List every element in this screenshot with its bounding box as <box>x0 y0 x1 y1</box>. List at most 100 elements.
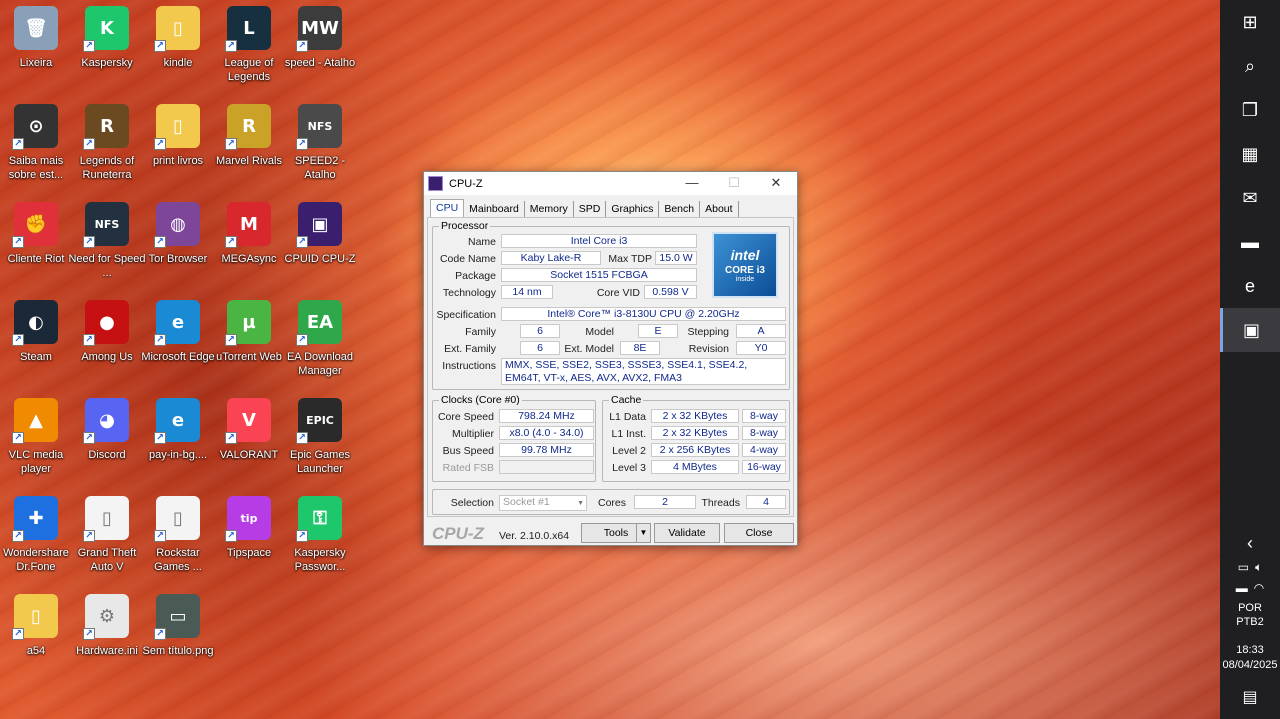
desktop-icon[interactable]: ✊ ↗ Cliente Riot <box>0 196 72 288</box>
desktop-app-icon: ✊ ↗ <box>12 202 58 248</box>
store-button[interactable]: ▦ <box>1220 132 1280 176</box>
shortcut-arrow-icon: ↗ <box>225 432 237 444</box>
desktop-app-icon: ▯ ↗ <box>154 496 200 542</box>
minimize-button[interactable]: — <box>671 172 713 195</box>
tab-bench[interactable]: Bench <box>659 201 701 217</box>
shortcut-arrow-icon: ↗ <box>296 530 308 542</box>
maximize-button[interactable]: ☐ <box>713 172 755 195</box>
desktop-icon[interactable]: L ↗ League of Legends <box>213 0 285 92</box>
shortcut-arrow-icon: ↗ <box>154 334 166 346</box>
tab-cpu[interactable]: CPU <box>430 199 465 217</box>
start-button[interactable]: ⊞ <box>1220 0 1280 44</box>
tools-dropdown-icon[interactable]: ▼ <box>636 524 650 542</box>
desktop-icon[interactable]: R ↗ Marvel Rivals <box>213 98 285 190</box>
tools-button[interactable]: Tools ▼ <box>581 523 651 543</box>
meet-icon[interactable]: ▭ <box>1238 560 1249 575</box>
desktop-icon-label: Rockstar Games ... <box>154 547 202 573</box>
desktop-icon[interactable]: ◕ ↗ Discord <box>71 392 143 484</box>
shortcut-arrow-icon: ↗ <box>83 530 95 542</box>
desktop-app-icon: tip ↗ <box>225 496 271 542</box>
desktop-icon[interactable]: ✚ ↗ Wondershare Dr.Fone <box>0 490 72 582</box>
desktop-icon[interactable]: MW ↗ speed - Atalho <box>284 0 356 92</box>
shortcut-arrow-icon: ↗ <box>225 40 237 52</box>
language-indicator[interactable]: POR PTB2 <box>1220 601 1280 629</box>
validate-button[interactable]: Validate <box>654 523 720 543</box>
desktop-icon[interactable]: EA ↗ EA Download Manager <box>284 294 356 386</box>
desktop-icon[interactable]: ▣ ↗ CPUID CPU-Z <box>284 196 356 288</box>
wifi-icon[interactable]: ◠ <box>1254 581 1264 595</box>
tab-mainboard[interactable]: Mainboard <box>464 201 525 217</box>
desktop-icon[interactable]: ⊙ ↗ Saiba mais sobre est... <box>0 98 72 190</box>
desktop-icon[interactable]: NFS ↗ SPEED2 - Atalho <box>284 98 356 190</box>
level2-label: Level 2 <box>612 445 646 457</box>
desktop-icon[interactable]: ▭ ↗ Sem título.png <box>142 588 214 680</box>
socket-select[interactable]: Socket #1 ▼ <box>499 495 587 511</box>
desktop-icon[interactable]: µ ↗ uTorrent Web <box>213 294 285 386</box>
desktop-icon[interactable]: ◐ ↗ Steam <box>0 294 72 386</box>
technology-label: Technology <box>442 287 496 299</box>
desktop-icon[interactable]: ● ↗ Among Us <box>71 294 143 386</box>
selection-label: Selection <box>450 497 494 509</box>
desktop-icon[interactable]: tip ↗ Tipspace <box>213 490 285 582</box>
desktop-icon[interactable]: ▲ ↗ VLC media player <box>0 392 72 484</box>
close-window-button[interactable]: ✕ <box>755 172 797 195</box>
volume-icon[interactable]: 🔈︎ <box>1255 560 1262 575</box>
tab-spd[interactable]: SPD <box>574 201 607 217</box>
desktop-icon-label: Tor Browser <box>148 253 208 265</box>
tab-memory[interactable]: Memory <box>525 201 574 217</box>
desktop-icon[interactable]: e ↗ pay-in-bg.... <box>142 392 214 484</box>
outlook-button[interactable]: ✉ <box>1220 176 1280 220</box>
cpuz-button[interactable]: ▣ <box>1220 308 1280 352</box>
level3-label: Level 3 <box>612 462 646 474</box>
window-title: CPU-Z <box>449 177 483 190</box>
search-button[interactable]: ⌕ <box>1220 44 1280 88</box>
desktop-icon[interactable]: 🗑 Lixeira <box>0 0 72 92</box>
desktop-app-icon: ◕ ↗ <box>83 398 129 444</box>
desktop-icon-label: Steam <box>20 351 52 363</box>
task-view-button[interactable]: ❐ <box>1220 88 1280 132</box>
level2-way: 4-way <box>742 443 786 457</box>
explorer-button[interactable]: ▬ <box>1220 220 1280 264</box>
maxtdp-value: 15.0 W <box>655 251 697 265</box>
battery-icon[interactable]: ▬ <box>1236 581 1248 595</box>
tab-about[interactable]: About <box>700 201 739 217</box>
desktop-icon-label: Microsoft Edge <box>141 351 215 363</box>
l1inst-value: 2 x 32 KBytes <box>651 426 739 440</box>
stepping-value: A <box>736 324 786 338</box>
desktop-icon[interactable]: e ↗ Microsoft Edge <box>141 294 215 386</box>
cores-label: Cores <box>597 497 626 509</box>
tray-chevron-icon[interactable]: ‹ <box>1220 533 1280 554</box>
desktop-icon[interactable]: ⚿ ↗ Kaspersky Passwor... <box>284 490 356 582</box>
desktop-icon[interactable]: ▯ ↗ a54 <box>0 588 72 680</box>
multiplier-label: Multiplier <box>451 428 494 440</box>
desktop-icon[interactable]: NFS ↗ Need for Speed ... <box>68 196 146 288</box>
shortcut-arrow-icon: ↗ <box>83 432 95 444</box>
desktop-icon[interactable]: ▯ ↗ Grand Theft Auto V <box>71 490 143 582</box>
desktop-icon[interactable]: K ↗ Kaspersky <box>71 0 143 92</box>
notification-icon[interactable]: ▤ <box>1220 687 1280 707</box>
desktop-icon[interactable]: M ↗ MEGAsync <box>213 196 285 288</box>
desktop-icon[interactable]: ▯ ↗ kindle <box>142 0 214 92</box>
shortcut-arrow-icon: ↗ <box>296 236 308 248</box>
cpuz-window[interactable]: CPU-Z — ☐ ✕ CPU Mainboard Memory SPD Graphic… <box>423 171 798 546</box>
desktop-icon[interactable]: ▯ ↗ print livros <box>142 98 214 190</box>
edge-button[interactable]: e <box>1220 264 1280 308</box>
tab-graphics[interactable]: Graphics <box>606 201 660 217</box>
clock-time: 18:33 <box>1236 644 1264 656</box>
desktop-app-icon: ⚿ ↗ <box>296 496 342 542</box>
desktop-app-icon: EPIC ↗ <box>296 398 342 444</box>
windows-icon: ⊞ <box>1242 11 1258 32</box>
desktop-icon[interactable]: EPIC ↗ Epic Games Launcher <box>284 392 356 484</box>
l1inst-way: 8-way <box>742 426 786 440</box>
ratedfsb-value <box>499 460 594 474</box>
desktop-icon[interactable]: V ↗ VALORANT <box>213 392 285 484</box>
name-value: Intel Core i3 <box>501 234 697 248</box>
clock[interactable]: 18:33 08/04/2025 <box>1220 643 1280 673</box>
close-button[interactable]: Close <box>724 523 794 543</box>
desktop-icon[interactable]: R ↗ Legends of Runeterra <box>71 98 143 190</box>
desktop-app-icon: V ↗ <box>225 398 271 444</box>
title-bar[interactable]: CPU-Z — ☐ ✕ <box>424 172 797 195</box>
desktop-icon[interactable]: ⚙ ↗ Hardware.ini <box>71 588 143 680</box>
desktop-icon[interactable]: ◍ ↗ Tor Browser <box>142 196 214 288</box>
desktop-icon[interactable]: ▯ ↗ Rockstar Games ... <box>142 490 214 582</box>
